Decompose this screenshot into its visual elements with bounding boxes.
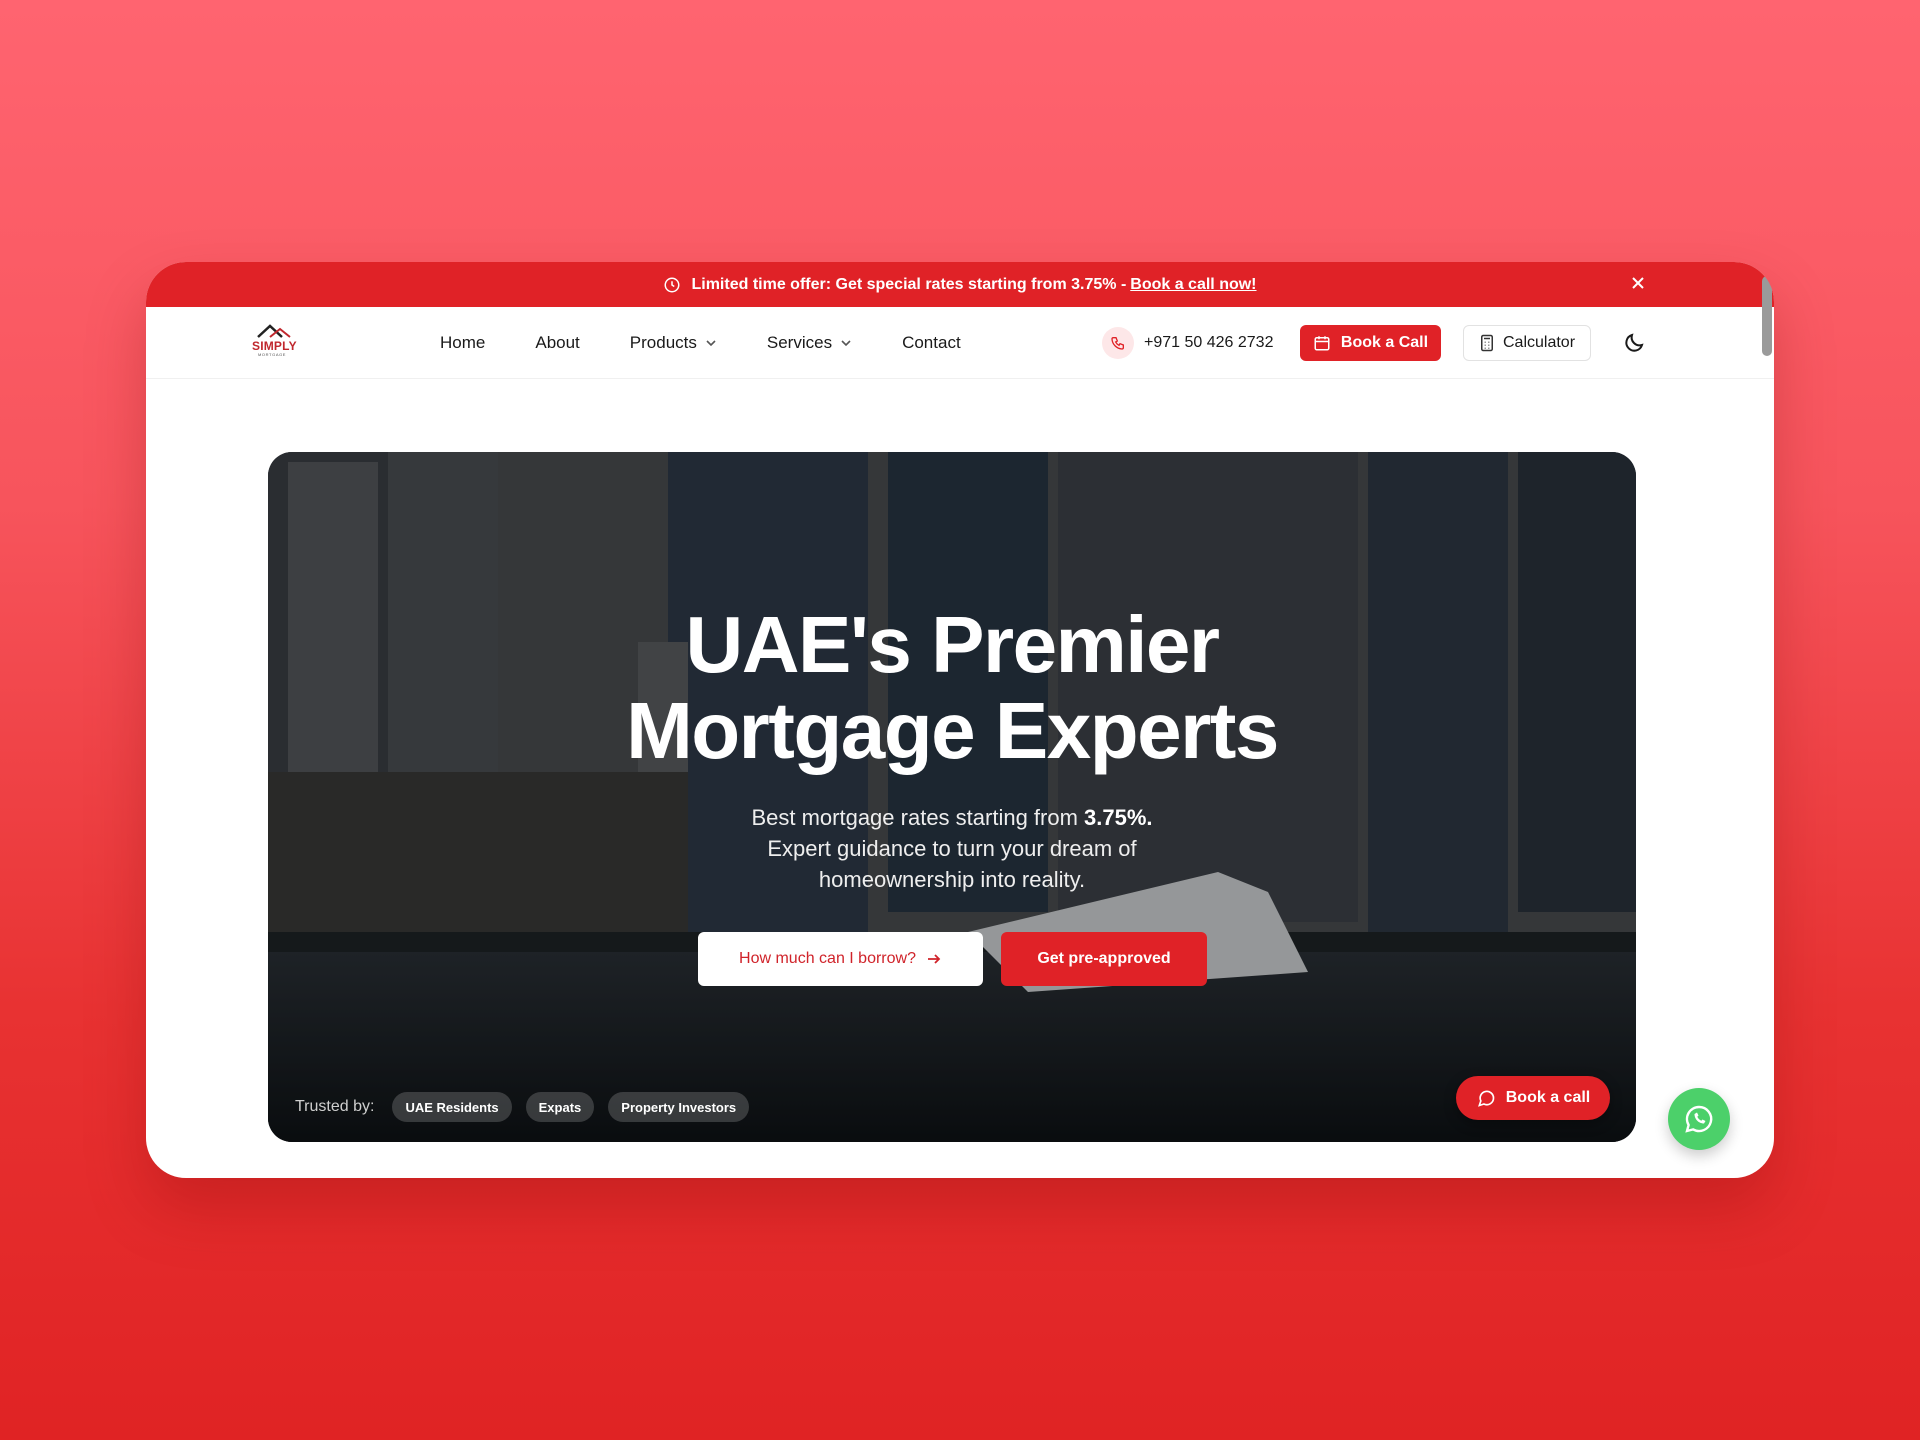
browser-window: Limited time offer: Get special rates st… <box>146 262 1774 1178</box>
nav-about-label: About <box>535 333 580 352</box>
nav-services-label: Services <box>766 333 833 352</box>
promo-link[interactable]: Book a call now! <box>1130 276 1256 294</box>
nav-contact-label: Contact <box>902 333 961 352</box>
trusted-pill: Property Investors <box>608 1092 750 1122</box>
logo-subtitle: MORTGAGE <box>258 352 287 357</box>
hero-title-line1: UAE's Premier <box>685 600 1220 689</box>
chevron-down-icon <box>706 340 716 347</box>
borrow-label: How much can I borrow? <box>739 950 916 967</box>
main-menu: Home About Products Services Contact <box>440 307 1011 379</box>
chat-icon <box>1477 1090 1495 1107</box>
phone-number: +971 50 426 2732 <box>1144 334 1274 351</box>
book-call-button[interactable]: Book a Call <box>1300 325 1441 361</box>
promo-text: Limited time offer: Get special rates st… <box>691 275 1127 293</box>
nav-contact[interactable]: Contact <box>902 333 961 353</box>
book-call-label: Book a Call <box>1340 334 1429 351</box>
hero-section: UAE's Premier Mortgage Experts Best mort… <box>268 452 1636 1142</box>
chevron-down-icon <box>841 340 851 347</box>
nav-about[interactable]: About <box>535 333 579 353</box>
logo-word: SIMPLY <box>252 339 297 353</box>
hero-subtitle: Best mortgage rates starting from 3.75%.… <box>718 802 1186 895</box>
nav-products[interactable]: Products <box>630 333 717 353</box>
logo[interactable]: SIMPLY MORTGAGE <box>250 323 304 361</box>
nav-home-label: Home <box>440 333 486 352</box>
floating-book-call-button[interactable]: Book a call <box>1456 1076 1610 1120</box>
phone-icon <box>1102 327 1134 359</box>
promo-banner: Limited time offer: Get special rates st… <box>146 262 1774 307</box>
clock-icon <box>664 277 680 292</box>
floating-book-call-label: Book a call <box>1505 1089 1591 1106</box>
hero-sub-rate: 3.75%. <box>1084 805 1153 830</box>
hero-title: UAE's Premier Mortgage Experts <box>268 602 1636 774</box>
whatsapp-icon[interactable] <box>1668 1088 1730 1150</box>
calculator-label: Calculator <box>1502 334 1576 351</box>
nav-products-label: Products <box>629 333 697 352</box>
calendar-icon <box>1314 336 1330 351</box>
navbar: SIMPLY MORTGAGE Home About Products Serv… <box>146 307 1774 379</box>
pre-approved-label: Get pre-approved <box>1037 950 1171 967</box>
nav-services[interactable]: Services <box>767 333 852 353</box>
moon-icon[interactable] <box>1622 331 1646 355</box>
nav-home[interactable]: Home <box>440 333 485 353</box>
hero-sub-rest: Expert guidance to turn your dream of ho… <box>767 836 1137 892</box>
borrow-button[interactable]: How much can I borrow? <box>698 932 983 986</box>
trusted-pill: Expats <box>525 1092 595 1122</box>
hero-title-line2: Mortgage Experts <box>626 686 1279 775</box>
hero-background-image <box>268 452 1636 1142</box>
trusted-label: Trusted by: <box>295 1098 375 1115</box>
close-icon[interactable] <box>1628 273 1648 293</box>
arrow-right-icon <box>927 954 941 964</box>
hero-sub-prefix: Best mortgage rates starting from <box>751 805 1078 830</box>
trusted-pill: UAE Residents <box>392 1092 512 1122</box>
phone-link[interactable]: +971 50 426 2732 <box>1102 327 1273 359</box>
pre-approved-button[interactable]: Get pre-approved <box>1001 932 1207 986</box>
calculator-icon <box>1480 334 1493 352</box>
calculator-button[interactable]: Calculator <box>1463 325 1591 361</box>
trusted-by: Trusted by: UAE Residents Expats Propert… <box>295 1092 763 1122</box>
